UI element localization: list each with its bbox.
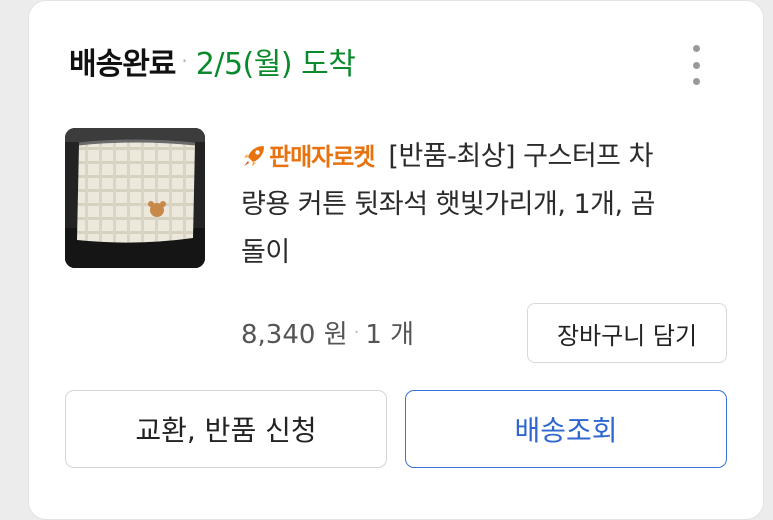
curtain-image (65, 128, 205, 268)
rocket-badge-label: 판매자로켓 (269, 143, 375, 171)
product-thumbnail[interactable] (65, 128, 205, 268)
more-vertical-icon[interactable] (681, 45, 711, 85)
arrival-date: 2/5(월) 도착 (195, 47, 356, 82)
exchange-return-button[interactable]: 교환, 반품 신청 (65, 390, 387, 468)
track-delivery-button[interactable]: 배송조회 (405, 390, 727, 468)
seller-rocket-badge: 판매자로켓 (241, 143, 375, 171)
rocket-icon (244, 146, 264, 166)
separator-dot: · (353, 321, 360, 343)
product-title[interactable]: 판매자로켓 [반품-최상] 구스터프 차 량용 커튼 뒷좌석 햇빛가리개, 1개,… (241, 133, 741, 277)
more-dot (692, 78, 700, 85)
price-row: 8,340 원 · 1 개 (241, 310, 414, 354)
delivery-status: 배송완료 (69, 47, 176, 82)
product-price: 8,340 원 (241, 319, 348, 350)
product-quantity: 1 개 (365, 319, 415, 350)
product-title-line1: [반품-최상] 구스터프 차 (388, 141, 653, 172)
product-title-line2: 량용 커튼 뒷좌석 햇빛가리개, 1개, 곰 (241, 189, 656, 220)
order-card: 배송완료 · 2/5(월) 도착 판매자로켓 [반품-최상] 구스터프 차 량용… (28, 0, 764, 520)
more-dot (692, 61, 700, 69)
order-header: 배송완료 · 2/5(월) 도착 (69, 39, 356, 83)
add-to-cart-button[interactable]: 장바구니 담기 (527, 303, 727, 363)
separator-dot: · (181, 49, 188, 73)
more-dot (692, 45, 700, 52)
product-title-line3: 돌이 (241, 237, 290, 268)
